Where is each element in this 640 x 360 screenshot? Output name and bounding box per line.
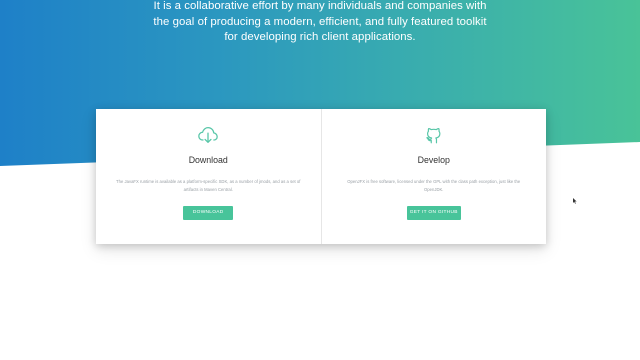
- develop-title: Develop: [417, 155, 450, 165]
- mouse-cursor-icon: [573, 198, 577, 204]
- action-cards: Download The JavaFX runtime is available…: [96, 109, 546, 244]
- develop-card: Develop OpenJFX is free software, licens…: [320, 109, 547, 244]
- download-title: Download: [188, 155, 228, 165]
- github-icon: [426, 128, 441, 144]
- hero-line-1: It is a collaborative effort by many ind…: [153, 0, 487, 12]
- github-button[interactable]: GET IT ON GITHUB: [406, 206, 461, 220]
- develop-description: OpenJFX is free software, licensed under…: [347, 179, 521, 192]
- page: It is a collaborative effort by many ind…: [0, 0, 640, 360]
- hero-line-3: for developing rich client applications.: [224, 31, 416, 43]
- download-card: Download The JavaFX runtime is available…: [96, 109, 321, 244]
- hero-line-2: the goal of producing a modern, efficien…: [153, 15, 487, 28]
- download-button[interactable]: DOWNLOAD: [183, 206, 234, 220]
- cloud-download-icon: [198, 127, 219, 143]
- hero-text: It is a collaborative effort by many ind…: [0, 0, 640, 46]
- download-description: The JavaFX runtime is available as a pla…: [116, 179, 301, 192]
